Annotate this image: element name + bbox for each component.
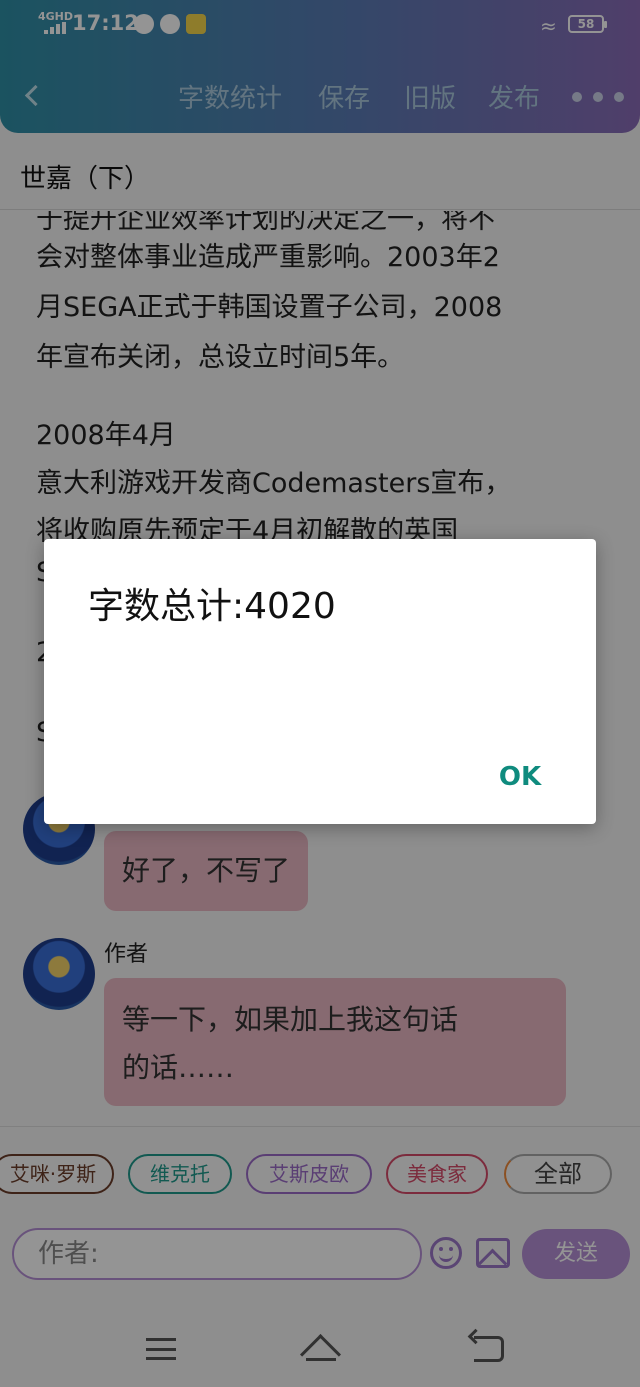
word-count-dialog: 字数总计:4020 OK [44, 539, 596, 824]
ok-button[interactable]: OK [492, 757, 548, 797]
dialog-message: 字数总计:4020 [88, 586, 336, 627]
